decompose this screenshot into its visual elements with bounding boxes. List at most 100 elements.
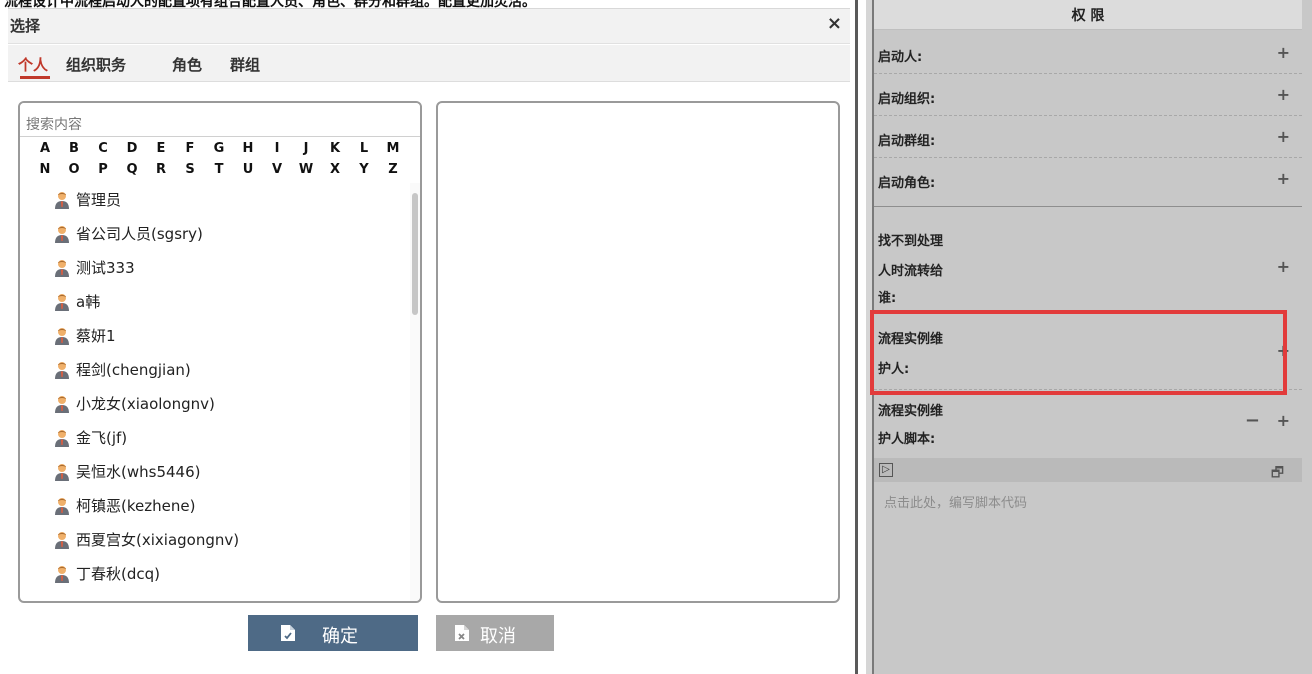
user-name: 蔡妍1	[76, 327, 116, 345]
start-user-row: 启动人: +	[874, 31, 1302, 74]
maintainer-label-line2: 护人:	[878, 362, 910, 377]
fallback-label-line2: 人时流转给	[878, 264, 944, 279]
start-group-row: 启动群组: +	[874, 116, 1302, 158]
expand-icon[interactable]: ▷	[879, 463, 893, 477]
maintainer-label-line1: 流程实例维	[878, 332, 944, 347]
list-item[interactable]: 程剑(chengjian)	[20, 353, 410, 387]
start-role-label: 启动角色:	[878, 176, 936, 191]
user-name: a韩	[76, 293, 101, 311]
user-icon	[55, 294, 69, 311]
user-icon	[55, 396, 69, 413]
list-item[interactable]: 测试333	[20, 251, 410, 285]
start-org-label: 启动组织:	[878, 92, 936, 107]
tab-role[interactable]: 角色	[172, 54, 202, 75]
add-start-role-icon[interactable]: +	[1277, 169, 1290, 188]
user-list: 管理员 省公司人员(sgsry) 测试333 a韩蔡妍1 程剑(chengjian) 小龙…	[20, 183, 410, 601]
user-name: 测试333	[76, 259, 135, 277]
user-icon	[55, 226, 69, 243]
user-name: 丁春秋(dcq)	[76, 565, 160, 583]
dialog-header: 选择 ×	[8, 9, 850, 44]
alphabet-letter-y[interactable]: Y	[355, 162, 373, 177]
user-name: 小龙女(xiaolongnv)	[76, 395, 215, 413]
user-icon	[55, 328, 69, 345]
alphabet-letter-u[interactable]: U	[239, 162, 257, 177]
list-item[interactable]: 柯镇恶(kezhene)	[20, 489, 410, 523]
list-item[interactable]: 小龙女(xiaolongnv)	[20, 387, 410, 421]
user-icon	[55, 532, 69, 549]
script-toolbar: ▷ 🗗	[874, 458, 1302, 482]
cancel-button[interactable]: 取消	[436, 615, 554, 651]
user-icon	[55, 260, 69, 277]
list-item[interactable]: 省公司人员(sgsry)	[20, 217, 410, 251]
alphabet-letter-i[interactable]: I	[268, 141, 286, 156]
document-x-icon	[455, 625, 469, 641]
alphabet-letter-j[interactable]: J	[297, 141, 315, 156]
add-start-group-icon[interactable]: +	[1277, 127, 1290, 146]
alphabet-letter-c[interactable]: C	[94, 141, 112, 156]
start-org-row: 启动组织: +	[874, 74, 1302, 116]
confirm-button[interactable]: 确定	[248, 615, 418, 651]
alphabet-letter-r[interactable]: R	[152, 162, 170, 177]
search-input[interactable]	[20, 103, 420, 137]
list-item[interactable]: 金飞(jf)	[20, 421, 410, 455]
tab-group[interactable]: 群组	[230, 54, 260, 75]
maintainer-script-label-line1: 流程实例维	[878, 404, 944, 419]
cancel-button-label: 取消	[480, 626, 516, 647]
tab-org-position[interactable]: 组织职务	[66, 54, 126, 75]
close-icon[interactable]: ×	[827, 13, 842, 35]
alphabet-letter-n[interactable]: N	[36, 162, 54, 177]
alphabet-letter-z[interactable]: Z	[384, 162, 402, 177]
alphabet-letter-f[interactable]: F	[181, 141, 199, 156]
alphabet-letter-o[interactable]: O	[65, 162, 83, 177]
alphabet-letter-h[interactable]: H	[239, 141, 257, 156]
alphabet-letter-x[interactable]: X	[326, 162, 344, 177]
list-item[interactable]: 丁春秋(dcq)	[20, 557, 410, 591]
alphabet-letter-a[interactable]: A	[36, 141, 54, 156]
alphabet-row-2: NOPQRSTUVWXYZ	[20, 162, 420, 184]
maximize-icon[interactable]: 🗗	[1271, 462, 1284, 486]
user-name: 程剑(chengjian)	[76, 361, 191, 379]
fallback-row: 找不到处理 人时流转给 谁: +	[874, 207, 1302, 311]
script-editor[interactable]: 点击此处，编写脚本代码	[884, 492, 1027, 511]
add-maintainer-icon[interactable]: +	[1277, 341, 1290, 360]
alphabet-letter-s[interactable]: S	[181, 162, 199, 177]
alphabet-letter-t[interactable]: T	[210, 162, 228, 177]
scrollbar-thumb[interactable]	[412, 193, 418, 315]
alphabet-letter-l[interactable]: L	[355, 141, 373, 156]
user-name: 西夏宫女(xixiagongnv)	[76, 531, 240, 549]
tab-person[interactable]: 个人	[18, 54, 48, 75]
alphabet-letter-k[interactable]: K	[326, 141, 344, 156]
list-item[interactable]: 管理员	[20, 183, 410, 217]
alphabet-letter-g[interactable]: G	[210, 141, 228, 156]
user-icon	[55, 566, 69, 583]
maintainer-row: 流程实例维 护人: +	[874, 311, 1302, 390]
alphabet-letter-p[interactable]: P	[94, 162, 112, 177]
list-item[interactable]: 西夏宫女(xixiagongnv)	[20, 523, 410, 557]
add-script-icon[interactable]: +	[1277, 411, 1290, 430]
alphabet-letter-q[interactable]: Q	[123, 162, 141, 177]
dialog-title: 选择	[10, 17, 41, 35]
list-item[interactable]: a韩	[20, 285, 410, 319]
alphabet-letter-m[interactable]: M	[384, 141, 402, 156]
list-item[interactable]: 蔡妍1	[20, 319, 410, 353]
alphabet-letter-b[interactable]: B	[65, 141, 83, 156]
list-item[interactable]: 吴恒水(whs5446)	[20, 455, 410, 489]
alphabet-letter-w[interactable]: W	[297, 162, 315, 177]
user-icon	[55, 464, 69, 481]
tab-bar: 个人 组织职务 角色 群组	[8, 45, 850, 82]
add-fallback-icon[interactable]: +	[1277, 257, 1290, 276]
add-start-user-icon[interactable]: +	[1277, 43, 1290, 62]
alphabet-letter-d[interactable]: D	[123, 141, 141, 156]
document-check-icon	[281, 625, 295, 641]
candidate-panel: ABCDEFGHIJKLM NOPQRSTUVWXYZ 管理员省公司人员(sgs…	[18, 101, 422, 603]
user-name: 柯镇恶(kezhene)	[76, 497, 196, 515]
alphabet-row-1: ABCDEFGHIJKLM	[20, 141, 420, 163]
confirm-button-label: 确定	[322, 626, 358, 647]
remove-script-icon[interactable]: −	[1245, 410, 1260, 431]
selected-panel[interactable]	[436, 101, 840, 603]
user-name: 吴恒水(whs5446)	[76, 463, 201, 481]
user-name: 金飞(jf)	[76, 429, 128, 447]
alphabet-letter-e[interactable]: E	[152, 141, 170, 156]
alphabet-letter-v[interactable]: V	[268, 162, 286, 177]
add-start-org-icon[interactable]: +	[1277, 85, 1290, 104]
